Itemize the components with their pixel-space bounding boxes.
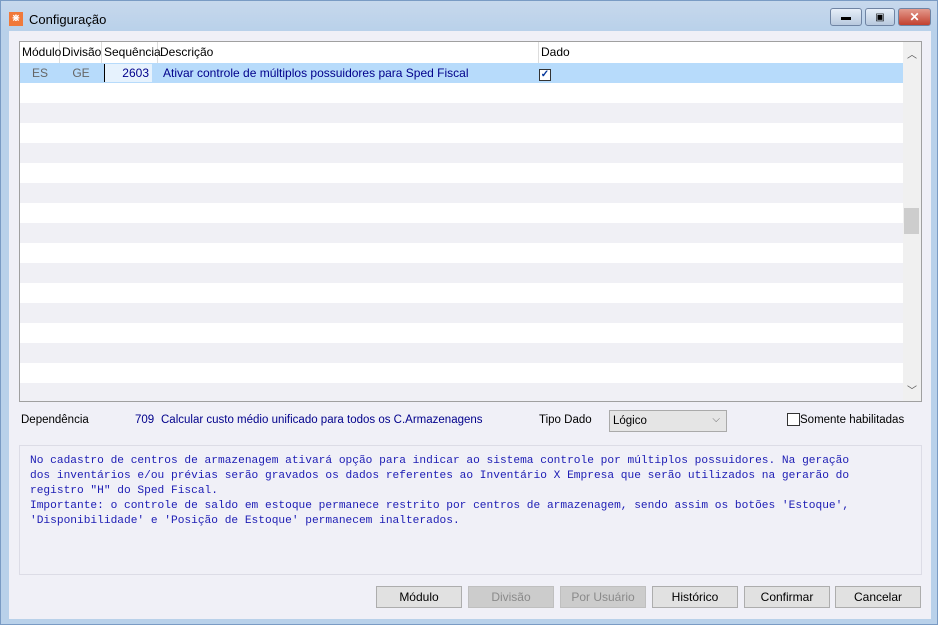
dado-checkbox[interactable]: ✓ bbox=[539, 68, 551, 81]
dependencia-text: Calcular custo médio unificado para todo… bbox=[161, 414, 483, 426]
cell-sequencia[interactable]: 2603 bbox=[104, 64, 152, 82]
maximize-button[interactable]: ▣ bbox=[865, 8, 895, 26]
historico-button[interactable]: Histórico bbox=[652, 586, 738, 608]
cell-divisao: GE bbox=[72, 66, 90, 80]
close-icon: ✕ bbox=[909, 10, 920, 24]
cell-dado[interactable]: ✓ bbox=[535, 66, 554, 81]
empty-row bbox=[20, 383, 903, 401]
config-grid[interactable]: Módulo Divisão Sequência Descrição Dado … bbox=[19, 41, 922, 402]
chevron-down-icon: ⌵ bbox=[712, 414, 720, 425]
empty-row bbox=[20, 143, 903, 163]
empty-row bbox=[20, 283, 903, 303]
empty-row bbox=[20, 163, 903, 183]
somente-habilitadas-label: Somente habilitadas bbox=[800, 413, 905, 426]
col-modulo[interactable]: Módulo bbox=[20, 42, 61, 63]
empty-row bbox=[20, 303, 903, 323]
tipo-dado-label: Tipo Dado bbox=[539, 414, 592, 426]
cell-descricao: Ativar controle de múltiplos possuidores… bbox=[163, 66, 469, 80]
col-sequencia[interactable]: Sequência bbox=[102, 42, 161, 63]
scroll-up-icon[interactable]: ︿ bbox=[903, 46, 921, 61]
empty-row bbox=[20, 83, 903, 103]
dependencia-code: 709 bbox=[135, 414, 155, 426]
window: ⋇ Configuração ▬ ▣ ✕ Módulo Divisão Sequ… bbox=[0, 0, 938, 625]
table-row[interactable]: ES GE 2603 Ativar controle de múltiplos … bbox=[20, 63, 903, 83]
vertical-scrollbar[interactable]: ︿ ﹀ bbox=[903, 42, 921, 401]
empty-row bbox=[20, 223, 903, 243]
window-title: Configuração bbox=[29, 11, 107, 27]
col-dado[interactable]: Dado bbox=[539, 42, 739, 63]
client-area: Módulo Divisão Sequência Descrição Dado … bbox=[9, 31, 931, 619]
minimize-button[interactable]: ▬ bbox=[830, 8, 862, 26]
confirmar-button[interactable]: Confirmar bbox=[744, 586, 830, 608]
title-bar: ⋇ Configuração bbox=[9, 9, 106, 29]
somente-habilitadas-checkbox[interactable]: Somente habilitadas bbox=[787, 413, 904, 426]
empty-row bbox=[20, 243, 903, 263]
description-memo[interactable]: No cadastro de centros de armazenagem at… bbox=[19, 445, 922, 575]
app-logo-icon: ⋇ bbox=[9, 12, 23, 26]
tipo-dado-value: Lógico bbox=[613, 415, 647, 427]
checkbox-box[interactable] bbox=[787, 413, 800, 426]
por-usuario-button[interactable]: Por Usuário bbox=[560, 586, 646, 608]
empty-row bbox=[20, 123, 903, 143]
empty-row bbox=[20, 103, 903, 123]
empty-row bbox=[20, 323, 903, 343]
tipo-dado-select[interactable]: Lógico ⌵ bbox=[609, 410, 727, 432]
empty-row bbox=[20, 263, 903, 283]
empty-row bbox=[20, 203, 903, 223]
minimize-icon: ▬ bbox=[841, 11, 851, 23]
close-button[interactable]: ✕ bbox=[898, 8, 931, 26]
modulo-button[interactable]: Módulo bbox=[376, 586, 462, 608]
divisao-button[interactable]: Divisão bbox=[468, 586, 554, 608]
cancelar-button[interactable]: Cancelar bbox=[835, 586, 921, 608]
dependencia-label: Dependência bbox=[21, 414, 89, 426]
scroll-thumb[interactable] bbox=[904, 208, 919, 234]
col-descricao[interactable]: Descrição bbox=[158, 42, 539, 63]
col-divisao[interactable]: Divisão bbox=[60, 42, 102, 63]
grid-header: Módulo Divisão Sequência Descrição Dado bbox=[20, 42, 739, 63]
scroll-down-icon[interactable]: ﹀ bbox=[903, 382, 921, 397]
empty-row bbox=[20, 183, 903, 203]
maximize-icon: ▣ bbox=[875, 11, 885, 23]
cell-modulo: ES bbox=[31, 66, 48, 80]
empty-row bbox=[20, 343, 903, 363]
empty-row bbox=[20, 363, 903, 383]
